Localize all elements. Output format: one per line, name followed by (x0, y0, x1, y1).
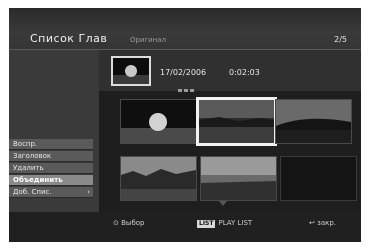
chevron-right-icon: › (87, 188, 90, 196)
footer-bar: ⊙ Выбор LIST PLAY LIST ↩ закр. (9, 212, 361, 242)
page-title: Список Глав (30, 32, 108, 45)
menu-item-title[interactable]: Заголовок (9, 151, 93, 162)
footer-playlist[interactable]: LIST PLAY LIST (197, 219, 252, 228)
footer-playlist-label: PLAY LIST (218, 219, 253, 227)
chapter-thumbnail-2-selected[interactable] (196, 97, 277, 146)
footer-select-label: Выбор (121, 219, 145, 227)
page-counter: 2/5 (334, 35, 347, 44)
menu-item-label: Объединить (13, 176, 63, 184)
return-arrow-icon: ↩ (309, 219, 315, 227)
menu-item-label: Удалить (13, 164, 44, 172)
chapter-info-strip: 17/02/2006 0:02:03 (99, 50, 361, 91)
list-button-badge: LIST (197, 220, 216, 228)
menu-item-label: Заголовок (13, 152, 52, 160)
chapter-thumbnail-5[interactable] (200, 156, 277, 201)
chapter-thumbnail-1[interactable] (120, 99, 197, 144)
scroll-up-icon[interactable] (177, 88, 195, 94)
chapter-duration: 0:02:03 (229, 68, 260, 77)
menu-item-combine[interactable]: Объединить (9, 175, 93, 186)
chapter-grid (99, 88, 361, 212)
menu-item-label: Воспр. (13, 140, 38, 148)
current-chapter-thumbnail (111, 56, 151, 86)
page-subtitle: Оригинал (130, 36, 167, 44)
footer-close-label: закр. (317, 219, 337, 227)
chapter-thumbnail-4[interactable] (120, 156, 197, 201)
left-panel: Воспр. Заголовок Удалить Объединить Доб.… (9, 50, 99, 212)
chapter-thumbnail-empty (280, 156, 357, 201)
menu-item-add-playlist[interactable]: Доб. Спис. › (9, 187, 93, 198)
footer-select: ⊙ Выбор (113, 219, 144, 227)
chapter-list-screen: Список Глав Оригинал 2/5 Воспр. Заголово… (9, 8, 361, 242)
circle-select-icon: ⊙ (113, 219, 119, 227)
footer-close[interactable]: ↩ закр. (309, 219, 336, 227)
chapter-date: 17/02/2006 (160, 68, 207, 77)
menu-item-label: Доб. Спис. (13, 188, 52, 196)
header: Список Глав Оригинал 2/5 (9, 8, 361, 49)
scroll-down-icon[interactable] (219, 201, 227, 206)
chapter-thumbnail-3[interactable] (275, 99, 352, 144)
menu-item-play[interactable]: Воспр. (9, 139, 93, 150)
menu-item-delete[interactable]: Удалить (9, 163, 93, 174)
